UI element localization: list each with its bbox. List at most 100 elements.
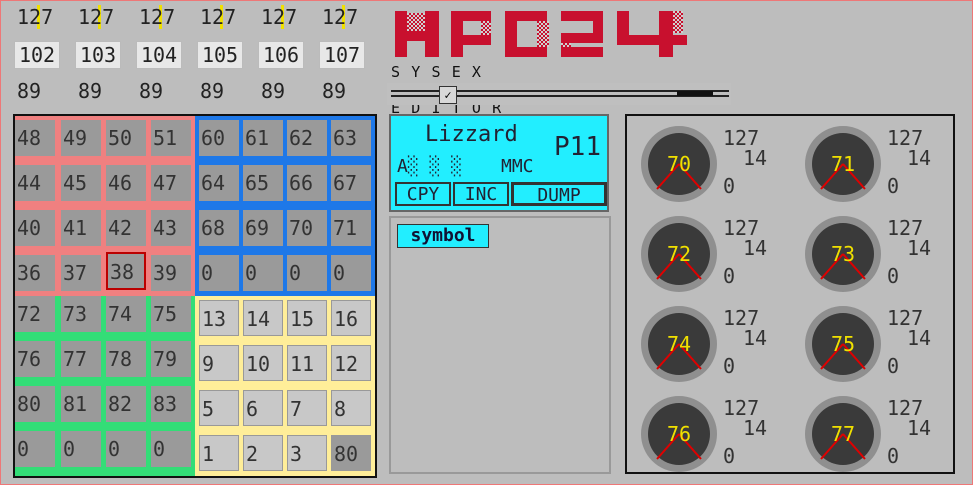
pad[interactable]: 79 — [151, 341, 191, 377]
pad[interactable]: 0 — [287, 255, 327, 291]
pad[interactable]: 37 — [61, 255, 101, 291]
pad[interactable]: 1 — [199, 435, 239, 471]
pad[interactable]: 50 — [106, 120, 146, 156]
pad[interactable]: 10 — [243, 345, 283, 381]
pad[interactable]: 9 — [199, 345, 239, 381]
pad[interactable]: 5 — [199, 390, 239, 426]
pad[interactable]: 83 — [151, 386, 191, 422]
knob[interactable]: 76 127 14 0 — [631, 392, 781, 482]
pad[interactable]: 44 — [15, 165, 55, 201]
pad[interactable]: 73 — [61, 296, 101, 332]
pad[interactable]: 8 — [331, 390, 371, 426]
pad[interactable]: 75 — [151, 296, 191, 332]
pad[interactable]: 71 — [331, 210, 371, 246]
knob-dial-icon[interactable]: 77 — [803, 394, 883, 474]
pad[interactable]: 49 — [61, 120, 101, 156]
knob[interactable]: 70 127 14 0 — [631, 122, 781, 212]
knob[interactable]: 72 127 14 0 — [631, 212, 781, 302]
knob-dial-icon[interactable]: 74 — [639, 304, 719, 384]
pad[interactable]: 2 — [243, 435, 283, 471]
pad[interactable]: 43 — [151, 210, 191, 246]
fader-channel[interactable]: 106 — [258, 41, 304, 69]
pad[interactable]: 60 — [199, 120, 239, 156]
checkmark-icon[interactable]: ✓ — [439, 86, 457, 104]
pad[interactable]: 40 — [15, 210, 55, 246]
knob-dial-icon[interactable]: 71 — [803, 124, 883, 204]
pad[interactable]: 7 — [287, 390, 327, 426]
pad[interactable]: 61 — [243, 120, 283, 156]
pad[interactable]: 0 — [199, 255, 239, 291]
knob[interactable]: 75 127 14 0 — [795, 302, 945, 392]
pad[interactable]: 68 — [199, 210, 239, 246]
dump-button[interactable]: DUMP — [511, 182, 607, 206]
pad[interactable]: 15 — [287, 300, 327, 336]
patch-slider[interactable]: ✓ — [387, 83, 731, 105]
pad[interactable]: 0 — [61, 431, 101, 467]
pad[interactable]: 13 — [199, 300, 239, 336]
pad[interactable]: 0 — [243, 255, 283, 291]
knob-dial-icon[interactable]: 76 — [639, 394, 719, 474]
pad[interactable]: 6 — [243, 390, 283, 426]
pad[interactable]: 36 — [15, 255, 55, 291]
pad[interactable]: 0 — [106, 431, 146, 467]
fader-6[interactable]: 127 107 89 — [316, 1, 374, 103]
pad[interactable]: 39 — [151, 255, 191, 291]
fader-4[interactable]: 127 105 89 — [194, 1, 252, 103]
knob[interactable]: 73 127 14 0 — [795, 212, 945, 302]
pad[interactable]: 80 — [331, 435, 371, 471]
increment-button[interactable]: INC — [453, 182, 509, 206]
pad[interactable]: 77 — [61, 341, 101, 377]
pad[interactable]: 63 — [331, 120, 371, 156]
knob-dial-icon[interactable]: 73 — [803, 214, 883, 294]
fader-channel[interactable]: 104 — [136, 41, 182, 69]
pad[interactable]: 0 — [331, 255, 371, 291]
fader-2[interactable]: 127 103 89 — [72, 1, 130, 103]
pad[interactable]: 65 — [243, 165, 283, 201]
pad[interactable]: 48 — [15, 120, 55, 156]
fader-5[interactable]: 127 106 89 — [255, 1, 313, 103]
knob-dial-icon[interactable]: 72 — [639, 214, 719, 294]
pad[interactable]: 81 — [61, 386, 101, 422]
patch-name[interactable]: Lizzard — [425, 122, 518, 147]
pad[interactable]: 74 — [106, 296, 146, 332]
pad[interactable]: 70 — [287, 210, 327, 246]
pad[interactable]: 11 — [287, 345, 327, 381]
knob-dial-icon[interactable]: 75 — [803, 304, 883, 384]
fader-channel[interactable]: 102 — [14, 41, 60, 69]
fader-3[interactable]: 127 104 89 — [133, 1, 191, 103]
fader-1[interactable]: 127 102 89 — [11, 1, 69, 103]
pad[interactable]: 12 — [331, 345, 371, 381]
pad[interactable]: 42 — [106, 210, 146, 246]
pad[interactable]: 41 — [61, 210, 101, 246]
knob[interactable]: 77 127 14 0 — [795, 392, 945, 482]
pad[interactable]: 82 — [106, 386, 146, 422]
pad[interactable]: 64 — [199, 165, 239, 201]
fader-channel[interactable]: 103 — [75, 41, 121, 69]
copy-button[interactable]: CPY — [395, 182, 451, 206]
fader-channel[interactable]: 107 — [319, 41, 365, 69]
pad[interactable]: 0 — [151, 431, 191, 467]
pad[interactable]: 76 — [15, 341, 55, 377]
pad[interactable]: 78 — [106, 341, 146, 377]
knob-dial-icon[interactable]: 70 — [639, 124, 719, 204]
knob[interactable]: 74 127 14 0 — [631, 302, 781, 392]
pad[interactable]: 16 — [331, 300, 371, 336]
pad[interactable]: 14 — [243, 300, 283, 336]
pad[interactable]: 3 — [287, 435, 327, 471]
pad[interactable]: 62 — [287, 120, 327, 156]
knob[interactable]: 71 127 14 0 — [795, 122, 945, 212]
pad[interactable]: 69 — [243, 210, 283, 246]
pad[interactable]: 45 — [61, 165, 101, 201]
pad[interactable]: 0 — [15, 431, 55, 467]
pad[interactable]: 80 — [15, 386, 55, 422]
pad-selected[interactable]: 38 — [106, 252, 146, 290]
fader-channel[interactable]: 105 — [197, 41, 243, 69]
pad[interactable]: 47 — [151, 165, 191, 201]
symbol-button[interactable]: symbol — [397, 224, 489, 248]
pad[interactable]: 51 — [151, 120, 191, 156]
pad[interactable]: 66 — [287, 165, 327, 201]
pad[interactable]: 72 — [15, 296, 55, 332]
pad[interactable]: 67 — [331, 165, 371, 201]
pad[interactable]: 46 — [106, 165, 146, 201]
symbol-panel[interactable]: symbol — [389, 216, 611, 474]
